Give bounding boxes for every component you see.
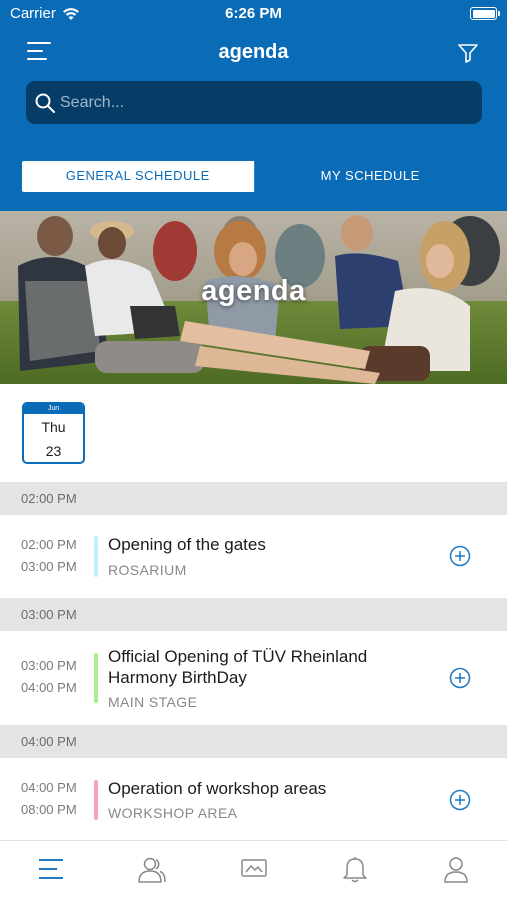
filter-icon[interactable] (457, 42, 479, 64)
date-card[interactable]: Jun Thu 23 (22, 402, 85, 464)
search-icon (35, 93, 55, 113)
hero-banner: agenda (0, 211, 507, 384)
agenda-item[interactable]: 02:00 PM 03:00 PM Opening of the gates R… (0, 515, 507, 598)
event-start-time: 02:00 PM (21, 537, 77, 552)
event-times: 02:00 PM 03:00 PM (21, 534, 91, 578)
event-title: Operation of workshop areas (108, 779, 327, 798)
event-title: Official Opening of TÜV Rheinland Harmon… (108, 647, 368, 687)
event-start-time: 03:00 PM (21, 658, 77, 673)
event-color-bar (94, 780, 98, 820)
time-section-header: 04:00 PM (0, 725, 507, 758)
clock: 6:26 PM (225, 5, 282, 22)
gallery-icon (240, 859, 267, 877)
event-end-time: 04:00 PM (21, 680, 77, 695)
battery-icon (470, 7, 500, 20)
tab-profile[interactable] (406, 841, 507, 900)
tab-notifications[interactable] (304, 841, 405, 900)
date-day: 23 (45, 443, 62, 459)
date-weekday: Thu (41, 419, 66, 435)
event-times: 03:00 PM 04:00 PM (21, 655, 91, 699)
date-month: Jun (24, 404, 83, 414)
add-to-schedule-icon[interactable] (449, 789, 471, 811)
status-bar: Carrier 6:26 PM (0, 0, 507, 28)
schedule-segmented-control: GENERAL SCHEDULE MY SCHEDULE (21, 160, 487, 193)
event-start-time: 04:00 PM (21, 780, 77, 795)
profile-icon (444, 857, 469, 883)
tab-agenda[interactable] (0, 841, 101, 900)
event-location: ROSARIUM (108, 562, 187, 578)
event-end-time: 08:00 PM (21, 802, 77, 817)
event-location: MAIN STAGE (108, 694, 198, 710)
event-title: Opening of the gates (108, 535, 266, 554)
event-color-bar (94, 536, 98, 577)
bottom-tab-bar (0, 840, 507, 900)
tab-gallery[interactable] (203, 841, 304, 900)
page-title: agenda (218, 41, 289, 63)
event-end-time: 03:00 PM (21, 559, 77, 574)
app-header: Carrier 6:26 PM agenda GENERAL SCHEDULE … (0, 0, 507, 211)
event-times: 04:00 PM 08:00 PM (21, 777, 91, 821)
tab-my-schedule[interactable]: MY SCHEDULE (253, 161, 487, 192)
nav-bar: agenda (0, 34, 507, 74)
search-bar[interactable] (26, 81, 482, 124)
agenda-item[interactable]: 04:00 PM 08:00 PM Operation of workshop … (0, 758, 507, 840)
agenda-list-icon (38, 859, 63, 879)
add-to-schedule-icon[interactable] (449, 545, 471, 567)
search-input[interactable] (60, 93, 460, 112)
time-section-header: 03:00 PM (0, 598, 507, 631)
hero-title: agenda (201, 275, 306, 307)
agenda-item[interactable]: 03:00 PM 04:00 PM Official Opening of TÜ… (0, 631, 507, 725)
date-selector: Jun Thu 23 (0, 384, 507, 482)
add-to-schedule-icon[interactable] (449, 667, 471, 689)
tab-people[interactable] (101, 841, 202, 900)
people-icon (138, 857, 166, 883)
bell-icon (343, 857, 367, 883)
tab-general-schedule[interactable]: GENERAL SCHEDULE (22, 161, 254, 192)
event-location: WORKSHOP AREA (108, 805, 238, 821)
event-color-bar (94, 653, 98, 703)
time-section-header: 02:00 PM (0, 482, 507, 515)
